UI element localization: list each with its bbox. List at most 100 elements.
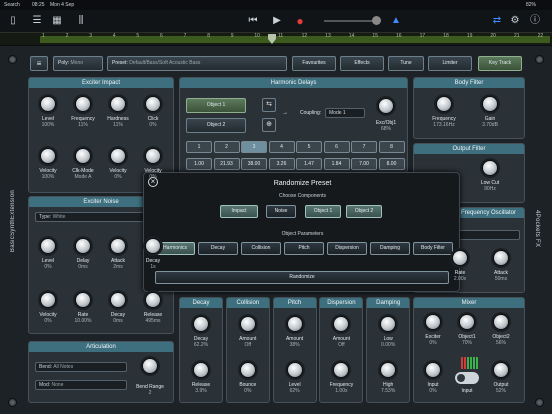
noise-r1-3-knob[interactable] <box>145 238 161 254</box>
noise-r1-1-knob[interactable] <box>75 238 91 254</box>
harmonic-2-button[interactable]: 2 <box>213 141 240 153</box>
arrow-icon: → <box>282 110 288 116</box>
harmonic-4-button[interactable]: 4 <box>268 141 295 153</box>
body-gain-knob[interactable] <box>482 96 498 112</box>
param-body-filter-button[interactable]: Body Filter <box>413 242 453 255</box>
settings-icon[interactable]: ⚙ <box>508 14 522 28</box>
harmonic-6-button[interactable]: 6 <box>323 141 350 153</box>
harmonic-8-button[interactable]: 8 <box>378 141 405 153</box>
timeline-tick: 17 <box>419 33 426 39</box>
timeline-region <box>40 36 550 43</box>
panel-title: Decay <box>180 298 222 308</box>
harmonic-7-button[interactable]: 7 <box>351 141 377 153</box>
lower-1-a-knob[interactable] <box>239 316 256 332</box>
param-dispersion-button[interactable]: Dispersion <box>327 242 367 255</box>
noise-r1-0-knob[interactable] <box>40 238 56 254</box>
info-icon[interactable]: ⓘ <box>528 14 542 28</box>
articulation-panel: Articulation Bend: All Notes Mod: None B… <box>28 341 174 403</box>
randomize-button[interactable]: Randomize <box>155 271 449 284</box>
object2-button[interactable]: Object 2 <box>186 118 246 133</box>
noise-r2-0-knob[interactable] <box>40 292 56 308</box>
impact-r2-3-knob[interactable] <box>145 148 161 164</box>
impact-r1-2-knob[interactable] <box>110 96 126 112</box>
harmonic-5-button[interactable]: 5 <box>296 141 322 153</box>
bend-range-knob[interactable] <box>142 358 158 374</box>
coupling-select[interactable]: Mode 1 <box>325 108 365 118</box>
key-track-button[interactable]: Key Track <box>478 56 522 71</box>
mixer-input-knob[interactable] <box>425 362 441 378</box>
volume-slider[interactable] <box>324 20 374 22</box>
harmonic-1-button[interactable]: 1 <box>186 141 212 153</box>
param-collision-button[interactable]: Collision <box>241 242 281 255</box>
impact-r1-0-knob[interactable] <box>40 96 56 112</box>
harmonic-8-value[interactable]: 8.00 <box>378 158 405 170</box>
wifi-icon[interactable]: ⇄ <box>490 14 504 28</box>
harmonic-5-value[interactable]: 1.47 <box>296 158 322 170</box>
noise-r2-3-knob[interactable] <box>145 292 161 308</box>
noise-r2-2-knob[interactable] <box>110 292 126 308</box>
harmonic-7-value[interactable]: 7.00 <box>351 158 377 170</box>
component-noise-button[interactable]: Noise <box>266 205 296 218</box>
document-icon[interactable]: ▯ <box>6 14 20 28</box>
favourites-button[interactable]: Favourites <box>292 56 336 71</box>
output-lowcut-knob[interactable] <box>482 160 498 176</box>
impact-r2-2-knob[interactable] <box>110 148 126 164</box>
noise-r2-1-knob[interactable] <box>75 292 91 308</box>
body-frequency-knob[interactable] <box>436 96 452 112</box>
harmonic-6-value[interactable]: 1.84 <box>323 158 350 170</box>
harmonic-3-value[interactable]: 38.00 <box>241 158 267 170</box>
rewind-icon[interactable]: ⏮ <box>246 14 260 28</box>
timeline-ruler[interactable]: 1 2 3 4 5 6 7 8 9 10 11 12 13 14 15 16 17 18 19 20 21 22 <box>0 32 552 45</box>
lower-0-b-knob[interactable] <box>193 362 209 378</box>
mod-select[interactable]: Mod: None <box>35 380 127 390</box>
mixer-output-knob[interactable] <box>493 362 509 378</box>
harmonic-4-value[interactable]: 3.26 <box>268 158 295 170</box>
mixer-icon[interactable]: ▦ <box>50 14 64 28</box>
harmonic-1-value[interactable]: 1.00 <box>186 158 212 170</box>
lower-4-a-value: 0.00% <box>381 342 396 348</box>
exc-obj1-knob[interactable] <box>378 98 394 114</box>
object1-button[interactable]: Object 1 <box>186 98 246 113</box>
lower-0-a-knob[interactable] <box>193 316 209 332</box>
param-pitch-button[interactable]: Pitch <box>284 242 324 255</box>
impact-r2-1-knob[interactable] <box>75 148 91 164</box>
harmonic-2-value[interactable]: 21.93 <box>213 158 240 170</box>
component-object-2-button[interactable]: Object 2 <box>346 205 382 218</box>
component-object-1-button[interactable]: Object 1 <box>305 205 341 218</box>
bend-select[interactable]: Bend: All Notes <box>35 362 127 372</box>
link-icon[interactable]: ⇆ <box>262 98 276 112</box>
osc-attack-knob[interactable] <box>493 250 509 266</box>
volume-thumb[interactable] <box>372 16 381 25</box>
limiter-button[interactable]: Limiter <box>428 56 472 71</box>
sliders-icon[interactable]: ⫼ <box>74 14 88 28</box>
param-decay-button[interactable]: Decay <box>198 242 238 255</box>
tune-button[interactable]: Tune <box>388 56 424 71</box>
play-icon[interactable]: ▶ <box>270 14 284 28</box>
menu-button[interactable]: ≡ <box>30 56 48 71</box>
lower-2-b-knob[interactable] <box>286 362 303 378</box>
back-search[interactable]: Search <box>4 2 20 8</box>
param-damping-button[interactable]: Damping <box>370 242 410 255</box>
effects-button[interactable]: Effects <box>340 56 384 71</box>
poly-select[interactable]: Poly: Mono <box>53 56 103 71</box>
impact-r1-1-knob[interactable] <box>75 96 91 112</box>
impact-r2-0-value: 100% <box>41 174 55 180</box>
preset-select[interactable]: Preset: Default/Bass/Soft Acoustic Bass <box>107 56 287 71</box>
param-harmonics-button[interactable]: Harmonics <box>155 242 195 255</box>
mixer-r1-0-knob[interactable] <box>425 314 441 330</box>
osc-rate-knob[interactable] <box>452 250 468 266</box>
lower-1-b-knob[interactable] <box>239 362 256 378</box>
harmonic-3-button[interactable]: 3 <box>241 141 267 153</box>
impact-r1-3-value: 0% <box>149 122 157 128</box>
record-icon[interactable]: ● <box>293 14 307 28</box>
lower-2-a-knob[interactable] <box>286 316 303 332</box>
mixer-r1-2-knob[interactable] <box>493 314 509 330</box>
swap-icon[interactable]: ⊕ <box>262 118 276 132</box>
impact-r2-0-knob[interactable] <box>40 148 56 164</box>
list-icon[interactable]: ☰ <box>30 14 44 28</box>
impact-r1-3-knob[interactable] <box>145 96 161 112</box>
noise-r1-2-knob[interactable] <box>110 238 126 254</box>
component-impact-button[interactable]: Impact <box>220 205 258 218</box>
mixer-r1-1-knob[interactable] <box>459 314 475 330</box>
metronome-icon[interactable]: ▲ <box>389 14 403 28</box>
